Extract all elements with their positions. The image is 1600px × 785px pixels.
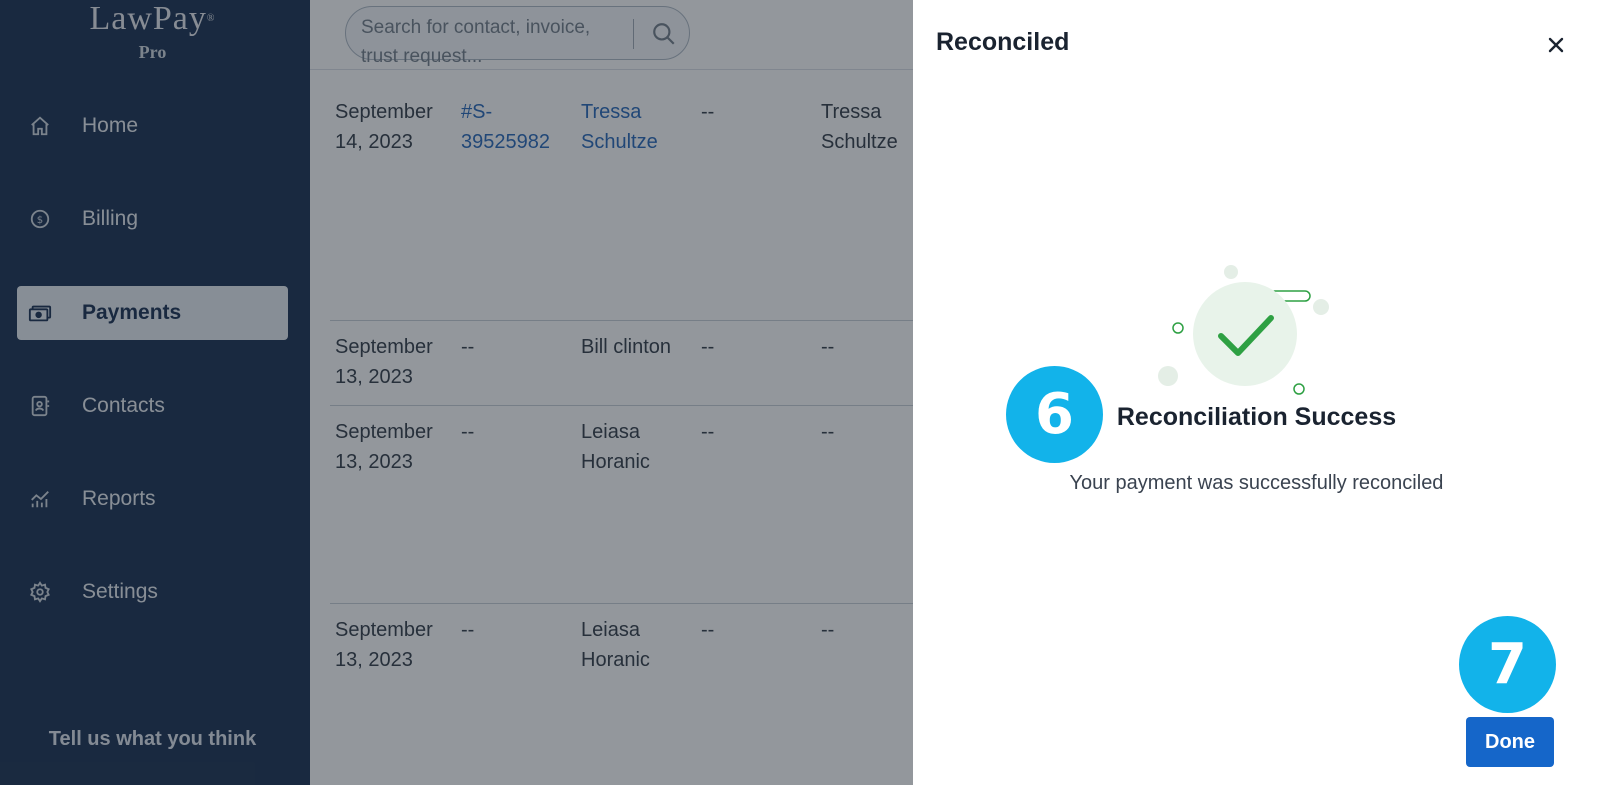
done-button[interactable]: Done <box>1466 717 1554 767</box>
close-icon <box>1548 37 1564 53</box>
step-marker-6: 6 <box>1006 366 1103 463</box>
close-button[interactable] <box>1541 30 1571 60</box>
modal-backdrop[interactable] <box>0 0 913 785</box>
panel-title: Reconciled <box>936 28 1070 56</box>
success-message: Your payment was successfully reconciled <box>1069 472 1444 494</box>
step-marker-7: 7 <box>1459 616 1556 713</box>
success-check-illustration <box>1158 265 1329 395</box>
